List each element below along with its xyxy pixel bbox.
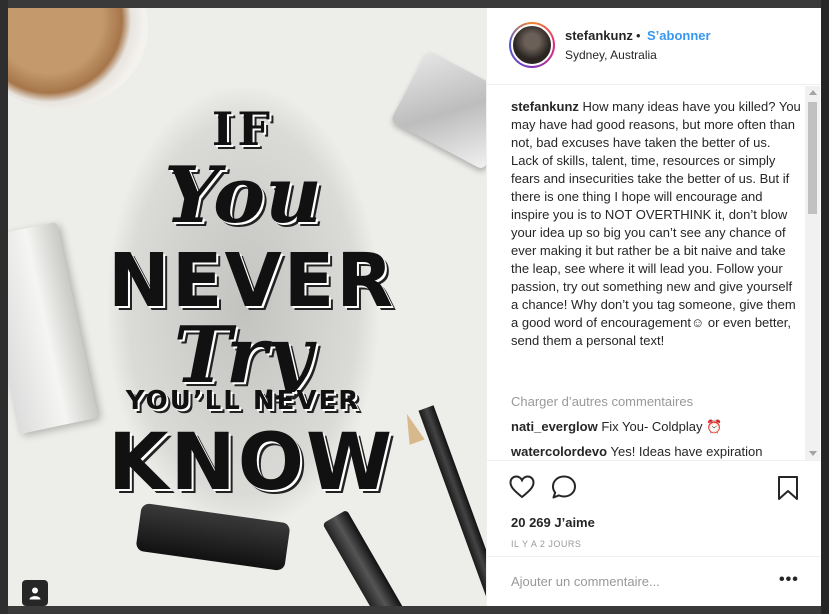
location-link[interactable]: Sydney, Australia [565, 48, 657, 62]
hand-lettering-artwork: IF You NEVER Try YOU’LL NEVER KNOW [108, 88, 395, 528]
load-more-comments[interactable]: Charger d’autres commentaires [511, 394, 693, 409]
caption-username[interactable]: stefankunz [511, 99, 579, 114]
like-count[interactable]: 20 269 J’aime [511, 515, 595, 530]
comment-text: Fix You- Coldplay ⏰ [601, 419, 723, 434]
comments-scrollbar[interactable] [805, 86, 820, 460]
post-header: stefankunz • S’abonner Sydney, Australia [487, 8, 821, 85]
post-image: IF You NEVER Try YOU’LL NEVER KNOW [8, 8, 486, 606]
lettering-line: IF [211, 102, 275, 156]
lettering-line: You [164, 150, 322, 241]
comment-bubble-icon [552, 475, 576, 499]
list-item: nati_everglow Fix You- Coldplay ⏰ [511, 419, 722, 435]
scroll-up-arrow-icon[interactable] [809, 90, 817, 95]
save-button[interactable] [777, 475, 799, 506]
lettering-line: KNOW [108, 418, 395, 508]
comment-username[interactable]: nati_everglow [511, 419, 598, 434]
tagged-users-button[interactable] [22, 580, 48, 606]
pen [322, 509, 412, 606]
lettering-line: YOU’LL NEVER [125, 386, 361, 416]
like-button[interactable] [509, 475, 535, 504]
caption-text: How many ideas have you killed? You may … [511, 99, 801, 348]
post-timestamp[interactable]: IL Y A 2 JOURS [511, 539, 581, 549]
more-options-button[interactable]: ••• [779, 571, 799, 589]
page-backdrop-left [0, 0, 8, 614]
comment-button[interactable] [551, 475, 577, 504]
caption: stefankunz How many ideas have you kille… [511, 98, 801, 350]
list-item: watercolordevo Yes! Ideas have expiratio… [511, 444, 763, 459]
post-sidebar: stefankunz • S’abonner Sydney, Australia… [486, 8, 821, 606]
comment-input[interactable] [511, 571, 761, 591]
pencil [418, 405, 486, 606]
header-separator: • [636, 28, 641, 43]
eraser [8, 221, 98, 435]
comment-username[interactable]: watercolordevo [511, 444, 607, 459]
follow-button[interactable]: S’abonner [647, 28, 711, 43]
scroll-down-arrow-icon[interactable] [809, 451, 817, 456]
add-comment-bar: ••• [487, 556, 821, 606]
heart-icon [509, 475, 535, 499]
person-icon [29, 587, 41, 600]
coffee-cup [8, 8, 148, 108]
pencil-sharpener [390, 50, 486, 170]
scroll-thumb[interactable] [808, 102, 817, 214]
comment-text: Yes! Ideas have expiration [610, 444, 763, 459]
page-backdrop-right [821, 0, 829, 614]
header-username[interactable]: stefankunz [565, 28, 633, 43]
avatar[interactable] [509, 22, 555, 68]
comments-list[interactable]: stefankunz How many ideas have you kille… [487, 86, 821, 460]
bookmark-icon [778, 476, 798, 500]
